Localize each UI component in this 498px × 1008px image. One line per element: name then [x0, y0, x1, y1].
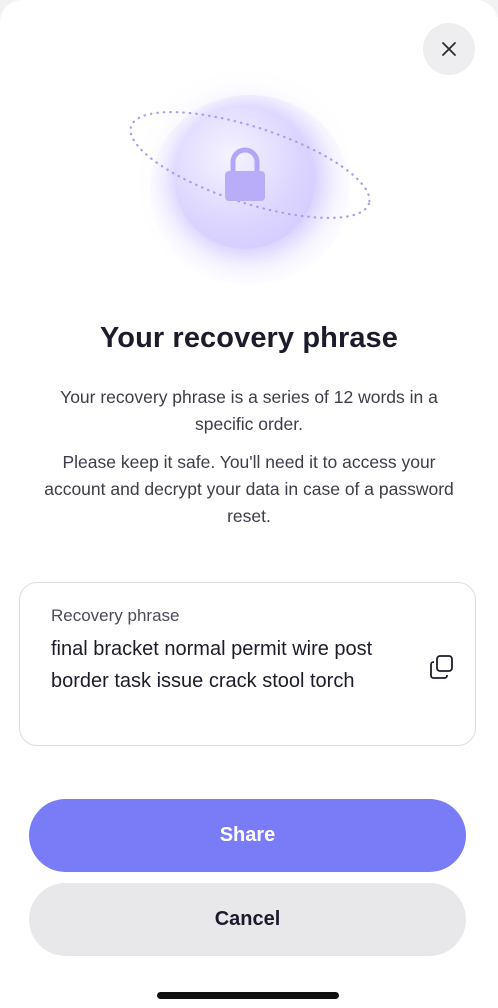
safety-note-text: Please keep it safe. You'll need it to a…	[44, 452, 454, 526]
recovery-phrase-label: Recovery phrase	[51, 606, 180, 625]
copy-button[interactable]	[427, 652, 457, 682]
lock-illustration	[120, 95, 380, 285]
recovery-phrase-sheet: Your recovery phrase Your recovery phras…	[0, 0, 498, 1008]
copy-icon	[430, 655, 453, 679]
recovery-phrase-card: Recovery phrase final bracket normal per…	[19, 582, 476, 746]
lock-icon	[225, 147, 265, 201]
home-indicator[interactable]	[157, 992, 339, 999]
cancel-button[interactable]: Cancel	[29, 883, 466, 956]
description-text: Your recovery phrase is a series of 12 w…	[60, 387, 438, 434]
page-title: Your recovery phrase	[99, 322, 399, 354]
share-button[interactable]: Share	[29, 799, 466, 872]
recovery-phrase-value: final bracket normal permit wire post bo…	[51, 638, 373, 692]
close-button[interactable]	[423, 23, 475, 75]
close-icon	[442, 42, 456, 56]
